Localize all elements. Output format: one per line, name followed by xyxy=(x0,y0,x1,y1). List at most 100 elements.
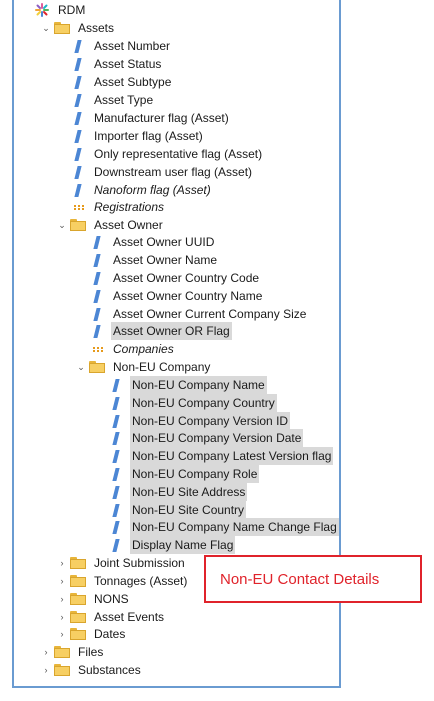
tree-node-owner-name[interactable]: Asset Owner Name xyxy=(91,251,219,269)
tree-node-label: Registrations xyxy=(94,200,165,214)
attribute-icon xyxy=(93,271,101,285)
rdm-root-icon xyxy=(34,2,50,18)
tree-node-label: Non-EU Company Name Change Flag xyxy=(130,518,339,536)
tree-node-non-eu-company[interactable]: ⌄ Non-EU Company xyxy=(75,358,212,376)
chevron-right-icon[interactable]: › xyxy=(40,643,52,661)
tree-node-label: Display Name Flag xyxy=(130,536,236,554)
tree-node-owner-country-code[interactable]: Asset Owner Country Code xyxy=(91,269,261,287)
folder-icon xyxy=(54,664,70,676)
tree-node-files[interactable]: › Files xyxy=(40,643,105,661)
tree-node-label: Asset Owner Current Company Size xyxy=(113,307,307,321)
tree-node-non-eu-version-date[interactable]: Non-EU Company Version Date xyxy=(110,429,304,447)
tree-node-label: NONS xyxy=(94,592,129,606)
tree-node-asset-status[interactable]: Asset Status xyxy=(72,55,163,73)
tree-node-asset-type[interactable]: Asset Type xyxy=(72,91,155,109)
tree-node-owner-uuid[interactable]: Asset Owner UUID xyxy=(91,233,216,251)
tree-node-label: Downstream user flag (Asset) xyxy=(94,165,253,179)
tree-node-assets[interactable]: ⌄ Assets xyxy=(40,19,116,37)
chevron-down-icon[interactable]: ⌄ xyxy=(75,358,87,376)
chevron-down-icon[interactable]: ⌄ xyxy=(56,216,68,234)
folder-icon xyxy=(70,557,86,569)
chevron-down-icon[interactable]: ⌄ xyxy=(40,19,52,37)
tree-node-label: Asset Owner Country Name xyxy=(113,289,263,303)
tree-node-label: Non-EU Company Version Date xyxy=(130,429,304,447)
tree-node-substances[interactable]: › Substances xyxy=(40,661,143,679)
tree-node-label: Non-EU Company Role xyxy=(130,465,260,483)
attribute-icon xyxy=(112,520,120,534)
tree-node-registrations[interactable]: Registrations xyxy=(74,198,166,216)
attribute-icon xyxy=(112,396,120,410)
tree-node-display-name-flag[interactable]: Display Name Flag xyxy=(110,536,236,554)
tree-node-asset-events[interactable]: › Asset Events xyxy=(56,608,166,626)
folder-icon xyxy=(54,22,70,34)
tree-node-non-eu-country[interactable]: Non-EU Company Country xyxy=(110,394,277,412)
tree-node-label: Asset Number xyxy=(94,39,171,53)
tree-node-label: RDM xyxy=(58,3,86,17)
attribute-icon xyxy=(74,147,82,161)
folder-icon xyxy=(70,593,86,605)
tree-node-label: Non-EU Site Country xyxy=(130,501,247,519)
chevron-right-icon[interactable]: › xyxy=(40,661,52,679)
tree-node-joint-submission[interactable]: › Joint Submission xyxy=(56,554,187,572)
chevron-right-icon[interactable]: › xyxy=(56,608,68,626)
tree-node-asset-number[interactable]: Asset Number xyxy=(72,37,172,55)
tree-node-label: Asset Status xyxy=(94,57,162,71)
tree-node-non-eu-role[interactable]: Non-EU Company Role xyxy=(110,465,260,483)
tree-node-label: Non-EU Company Version ID xyxy=(130,412,291,430)
chevron-right-icon[interactable]: › xyxy=(56,554,68,572)
relationship-icon xyxy=(74,204,84,210)
tree-node-label: Joint Submission xyxy=(94,556,185,570)
tree-node-nanoform-flag[interactable]: Nanoform flag (Asset) xyxy=(72,181,213,199)
tree-node-dates[interactable]: › Dates xyxy=(56,625,127,643)
tree-node-companies[interactable]: Companies xyxy=(93,340,176,358)
tree-node-label: Files xyxy=(78,645,104,659)
tree-node-importer-flag[interactable]: Importer flag (Asset) xyxy=(72,127,205,145)
attribute-icon xyxy=(112,449,120,463)
tree-node-label: Substances xyxy=(78,663,141,677)
chevron-right-icon[interactable]: › xyxy=(56,625,68,643)
tree-node-manufacturer-flag[interactable]: Manufacturer flag (Asset) xyxy=(72,109,231,127)
tree-node-asset-subtype[interactable]: Asset Subtype xyxy=(72,73,173,91)
attribute-icon xyxy=(112,414,120,428)
attribute-icon xyxy=(74,183,82,197)
tree-node-nons[interactable]: › NONS xyxy=(56,590,131,608)
chevron-right-icon[interactable]: › xyxy=(56,572,68,590)
tree-node-only-rep-flag[interactable]: Only representative flag (Asset) xyxy=(72,145,264,163)
attribute-icon xyxy=(74,39,82,53)
attribute-icon xyxy=(93,253,101,267)
tree-node-non-eu-version-id[interactable]: Non-EU Company Version ID xyxy=(110,412,291,430)
tree-node-non-eu-site-address[interactable]: Non-EU Site Address xyxy=(110,483,248,501)
attribute-icon xyxy=(112,378,120,392)
tree-node-non-eu-site-country[interactable]: Non-EU Site Country xyxy=(110,501,247,519)
tree-node-label: Asset Owner UUID xyxy=(113,235,215,249)
tree-node-label: Non-EU Company Name xyxy=(130,376,267,394)
tree-node-label: Non-EU Site Address xyxy=(130,483,248,501)
tree-node-label: Dates xyxy=(94,627,126,641)
tree-node-tonnages[interactable]: › Tonnages (Asset) xyxy=(56,572,189,590)
tree-node-non-eu-name-change[interactable]: Non-EU Company Name Change Flag xyxy=(110,518,339,536)
attribute-icon xyxy=(74,129,82,143)
tree-node-downstream-flag[interactable]: Downstream user flag (Asset) xyxy=(72,163,254,181)
tree-node-owner-country-name[interactable]: Asset Owner Country Name xyxy=(91,287,264,305)
tree-node-label: Asset Subtype xyxy=(94,75,172,89)
tree-node-label: Non-EU Company Latest Version flag xyxy=(130,447,334,465)
tree-node-label: Companies xyxy=(113,342,174,356)
tree-node-rdm[interactable]: RDM xyxy=(34,1,87,19)
tree-node-asset-owner[interactable]: ⌄ Asset Owner xyxy=(56,216,165,234)
attribute-icon xyxy=(74,75,82,89)
tree-node-non-eu-name[interactable]: Non-EU Company Name xyxy=(110,376,267,394)
tree-node-label: Asset Owner Name xyxy=(113,253,218,267)
attribute-icon xyxy=(112,503,120,517)
tree-node-label: Asset Type xyxy=(94,93,154,107)
tree-node-non-eu-latest-flag[interactable]: Non-EU Company Latest Version flag xyxy=(110,447,334,465)
attribute-icon xyxy=(74,57,82,71)
tree-node-label: Assets xyxy=(78,21,115,35)
tree-node-label: Asset Owner OR Flag xyxy=(111,322,232,340)
tree-node-owner-company-size[interactable]: Asset Owner Current Company Size xyxy=(91,305,308,323)
tree-node-label: Only representative flag (Asset) xyxy=(94,147,263,161)
chevron-right-icon[interactable]: › xyxy=(56,590,68,608)
folder-icon xyxy=(54,646,70,658)
tree-node-label: Asset Owner xyxy=(94,218,163,232)
tree-node-owner-or-flag[interactable]: Asset Owner OR Flag xyxy=(91,322,232,340)
folder-icon xyxy=(70,628,86,640)
